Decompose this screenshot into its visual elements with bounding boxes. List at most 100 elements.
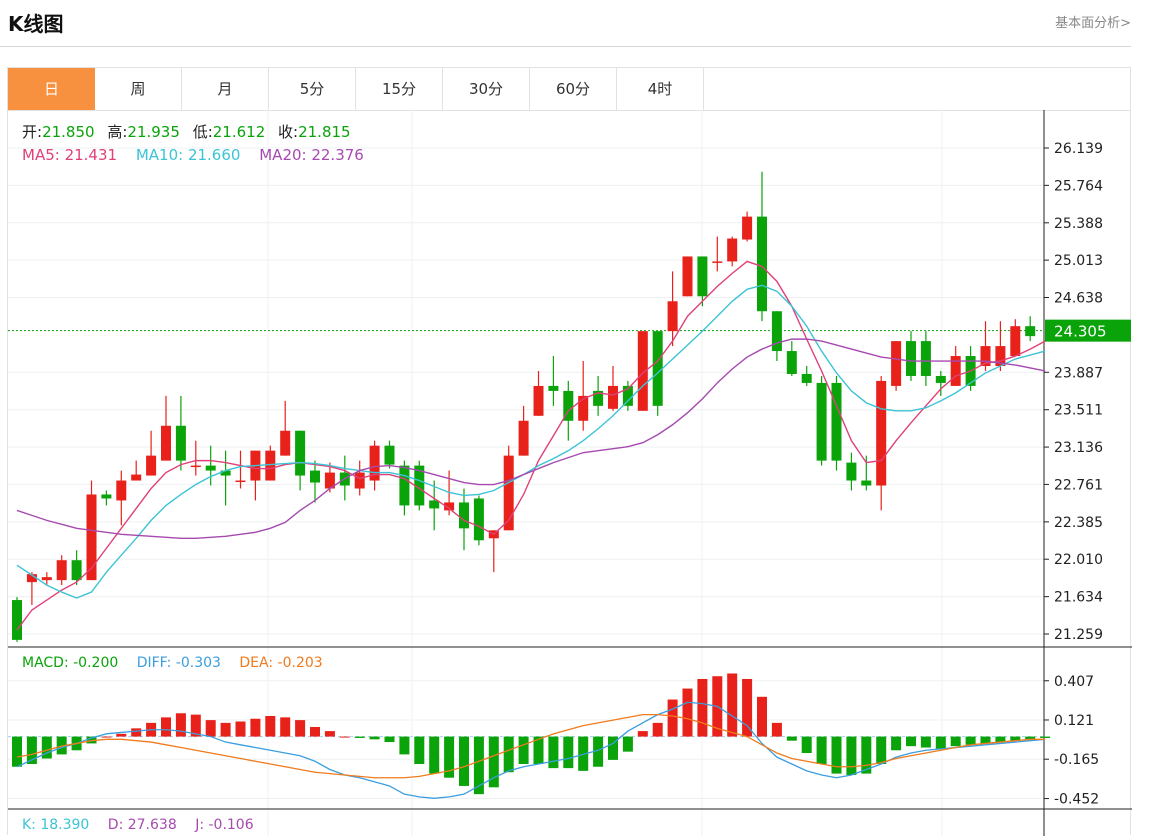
- macd-bar: [414, 736, 425, 764]
- candle-body: [846, 462, 857, 481]
- macd-bar: [205, 720, 216, 737]
- candle-body: [652, 331, 663, 406]
- macd-bar: [801, 736, 812, 754]
- macd-bar: [354, 736, 365, 738]
- candle-body: [1025, 326, 1036, 337]
- candle-body: [354, 472, 365, 489]
- close-label: 收:: [278, 123, 298, 141]
- ma-info: MA5: 21.431 MA10: 21.660 MA20: 22.376: [22, 146, 364, 164]
- candle-body: [116, 480, 127, 501]
- candle-body: [399, 465, 410, 506]
- price-tick-label: 22.385: [1054, 515, 1103, 531]
- macd-bar: [965, 736, 976, 745]
- macd-bar: [906, 736, 916, 747]
- candle-body: [459, 502, 469, 529]
- page-header: K线图 基本面分析>: [0, 0, 1131, 47]
- candle-body: [12, 600, 22, 640]
- macd-bar: [742, 678, 753, 737]
- moving-average-lines: [16, 260, 1046, 631]
- macd-bar: [324, 731, 335, 737]
- macd-tick-label: 0.407: [1054, 674, 1094, 690]
- open-value: 21.850: [42, 123, 95, 141]
- macd-bar: [891, 736, 902, 751]
- ma20-line: [16, 338, 1046, 539]
- fundamental-analysis-link[interactable]: 基本面分析>: [1055, 12, 1131, 31]
- macd-bar: [161, 717, 171, 737]
- macd-bar: [280, 717, 291, 737]
- macd-bar: [459, 736, 469, 786]
- candle-body: [280, 430, 291, 456]
- price-tick-label: 25.013: [1054, 253, 1103, 269]
- macd-bar: [935, 736, 946, 749]
- macd-bar: [980, 736, 991, 744]
- macd-bar: [384, 736, 395, 743]
- candle-body: [906, 341, 916, 376]
- current-price-label: 24.305: [1054, 323, 1107, 341]
- diff-value: DIFF: -0.303: [137, 655, 221, 671]
- candle-body: [786, 351, 797, 374]
- macd-info: MACD: -0.200 DIFF: -0.303 DEA: -0.203: [22, 655, 323, 671]
- candle-body: [295, 430, 306, 476]
- candle-body: [742, 216, 753, 240]
- candle-body: [473, 498, 484, 541]
- price-tick-label: 22.010: [1054, 552, 1103, 568]
- macd-bar: [697, 678, 708, 737]
- macd-tick-label: -0.165: [1054, 752, 1099, 768]
- dea-value: DEA: -0.203: [239, 655, 322, 671]
- macd-bar: [816, 736, 827, 764]
- price-axis: 26.139 25.764 25.388 25.013 24.638 24.305 23.8…: [1044, 141, 1131, 808]
- diff-line: [16, 701, 1046, 799]
- macd-bar: [1040, 736, 1051, 738]
- ma20-value: MA20: 22.376: [259, 146, 364, 164]
- price-tick-label: 25.388: [1054, 216, 1103, 232]
- macd-bar: [131, 728, 142, 737]
- high-label: 高:: [107, 123, 127, 141]
- macd-bar: [682, 688, 693, 737]
- candle-body: [667, 301, 678, 332]
- close-value: 21.815: [298, 123, 351, 141]
- candle-body: [831, 382, 842, 461]
- candle-body: [265, 450, 276, 481]
- ma5-value: MA5: 21.431: [22, 146, 117, 164]
- macd-bar: [771, 722, 782, 737]
- macd-bar: [548, 736, 559, 769]
- candle-body: [41, 577, 52, 581]
- macd-bar: [116, 733, 127, 737]
- macd-bar: [876, 736, 887, 764]
- candle-body: [190, 465, 201, 468]
- candle-body: [682, 256, 693, 297]
- candle-body: [71, 560, 82, 581]
- candle-body: [861, 480, 872, 486]
- candle-body: [161, 425, 171, 461]
- price-tick-label: 23.887: [1054, 365, 1103, 381]
- candle-body: [429, 500, 440, 509]
- kdj-info: K: 18.390 D: 27.638 J: -0.106: [22, 817, 254, 833]
- macd-bar: [667, 699, 678, 737]
- j-value: J: -0.106: [194, 817, 254, 833]
- macd-bar: [310, 726, 320, 737]
- macd-bar: [786, 736, 797, 741]
- candle-body: [533, 385, 544, 416]
- kline-chart[interactable]: 26.139 25.764 25.388 25.013 24.638 24.305 23.8…: [8, 68, 1132, 836]
- macd-bar: [265, 716, 276, 737]
- candle-body: [131, 474, 142, 481]
- macd-bar: [235, 721, 246, 737]
- macd-bar: [101, 736, 112, 738]
- macd-bar: [429, 736, 440, 774]
- price-tick-label: 22.761: [1054, 477, 1103, 493]
- macd-bar: [727, 673, 738, 737]
- macd-bar: [846, 736, 857, 775]
- candle-body: [1010, 326, 1021, 357]
- chart-panel: 日 周 月 5分 15分 30分 60分 4时 26.139 25.764 25.3…: [7, 67, 1132, 836]
- macd-bar: [831, 736, 842, 774]
- candle-body: [518, 420, 529, 456]
- macd-area: [12, 673, 1051, 799]
- macd-bar: [637, 731, 648, 737]
- macd-bar: [757, 696, 767, 737]
- candle-body: [757, 216, 767, 312]
- page-title: K线图: [8, 12, 64, 36]
- macd-bar: [12, 736, 22, 767]
- candle-body: [801, 373, 812, 383]
- macd-value: MACD: -0.200: [22, 655, 118, 671]
- candle-body: [891, 341, 902, 386]
